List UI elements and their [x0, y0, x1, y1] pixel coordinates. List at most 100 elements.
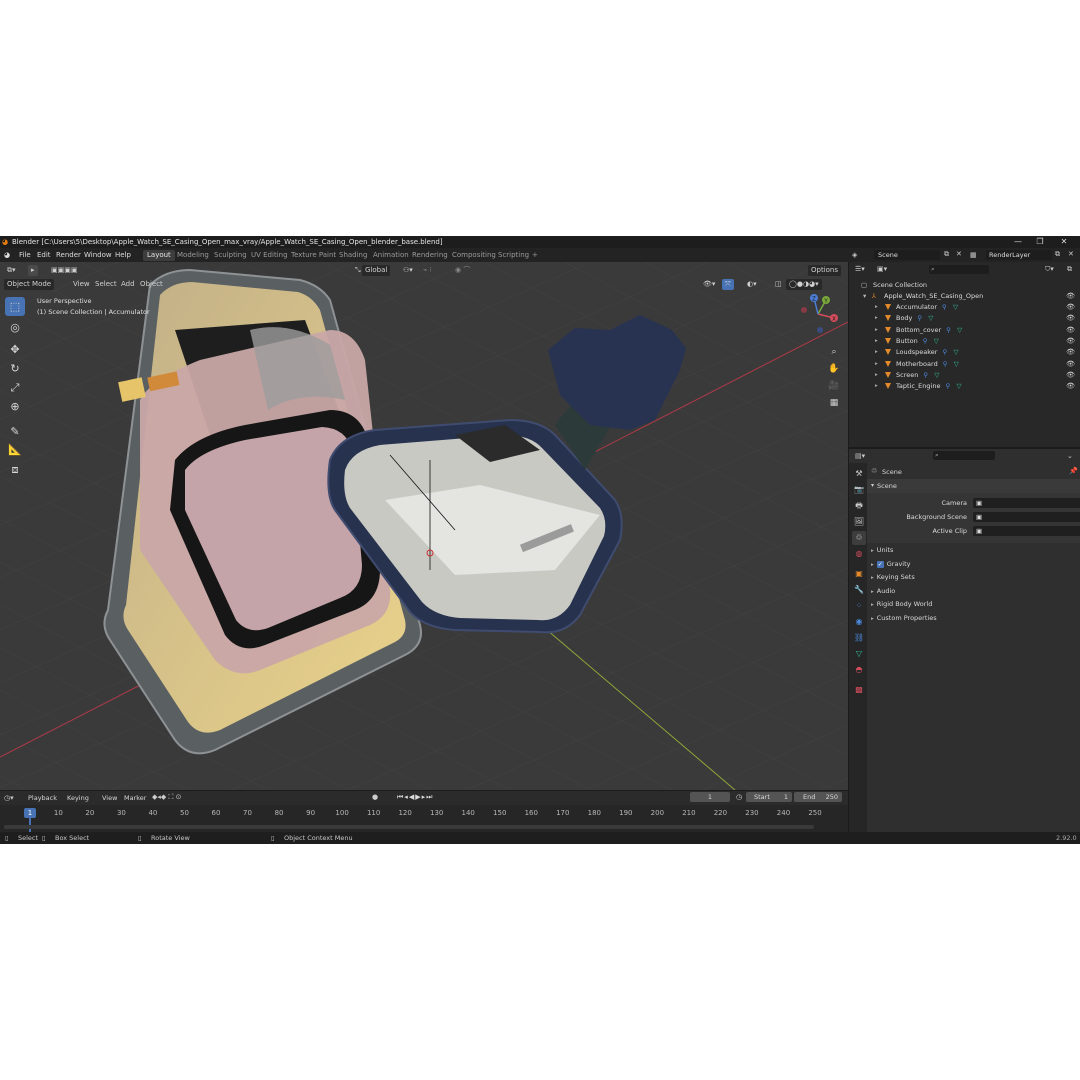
section-rigid-body-world[interactable]: ▸ Rigid Body World [871, 600, 932, 608]
pin-icon[interactable]: 📌 [1069, 467, 1078, 475]
scene-tab-icon[interactable]: ♲ [852, 531, 866, 545]
expand-chevron-icon[interactable]: ▾ [863, 291, 866, 302]
expand-arrow-icon[interactable]: ▸ [875, 302, 878, 313]
3d-viewport[interactable]: ⧉▾ ▸ ▣▣▣▣ ⤡ Global ⚇▾ ⌁ ⁝ ◉ ⌒ Options Ob… [0, 262, 848, 790]
outliner-editor-type-icon[interactable]: ☰▾ [855, 265, 865, 273]
expand-arrow-icon[interactable]: ▸ [875, 359, 878, 370]
view-layer-tab-icon[interactable]: 🖼 [852, 515, 866, 529]
texture-tab-icon[interactable]: ▩ [852, 683, 866, 697]
perspective-toggle-icon[interactable]: ▦ [826, 395, 842, 411]
menu-help[interactable]: Help [115, 251, 131, 259]
timeline-menu-keying[interactable]: Keying [67, 794, 89, 802]
display-mode-icon[interactable]: ▣▾ [877, 265, 887, 273]
particles-tab-icon[interactable]: ⁘ [852, 599, 866, 613]
world-tab-icon[interactable]: ◍ [852, 547, 866, 561]
camera-view-icon[interactable]: 🎥 [826, 378, 842, 394]
gizmo-toggle-icon[interactable]: ⤧ [722, 279, 734, 290]
expand-arrow-icon[interactable]: ▸ [875, 370, 878, 381]
visibility-eye-icon[interactable]: 👁 [1066, 359, 1075, 370]
outliner-item-screen[interactable]: ▸ Screen ⚲ ▽ 👁 [849, 370, 1080, 381]
physics-tab-icon[interactable]: ◉ [852, 615, 866, 629]
annotate-tool-icon[interactable]: ✎ [5, 422, 25, 441]
scene-panel-header[interactable]: ▾ Scene [867, 479, 1080, 493]
outliner-item-loudspeaker[interactable]: ▸ Loudspeaker ⚲ ▽ 👁 [849, 347, 1080, 358]
expand-arrow-icon[interactable]: ▸ [875, 336, 878, 347]
properties-editor-type-icon[interactable]: ▤▾ [855, 452, 865, 460]
preview-range-icon[interactable]: ◷ [736, 793, 742, 801]
outliner-item-accumulator[interactable]: ▸ Accumulator ⚲ ▽ 👁 [849, 302, 1080, 313]
output-tab-icon[interactable]: 🖶 [852, 499, 866, 513]
pivot-icon[interactable]: ⚇▾ [400, 265, 416, 276]
field-input[interactable]: ▣ [973, 498, 1080, 508]
menu-add[interactable]: Add [118, 279, 138, 290]
select-tool-icon[interactable]: ▸ [28, 265, 38, 276]
timeline-menu-view[interactable]: View [102, 794, 117, 802]
snap-icon[interactable]: ⌁ ⁝ [420, 265, 435, 276]
overlay-icon[interactable]: ◐▾ [744, 279, 760, 290]
outliner-item-taptic_engine[interactable]: ▸ Taptic_Engine ⚲ ▽ 👁 [849, 381, 1080, 392]
outliner-item-bottom_cover[interactable]: ▸ Bottom_cover ⚲ ▽ 👁 [849, 325, 1080, 336]
expand-arrow-icon[interactable]: ▸ [875, 347, 878, 358]
delete-scene-icon[interactable]: ✕ [956, 250, 962, 258]
object-mode-dropdown[interactable]: Object Mode [4, 279, 55, 290]
section-custom-properties[interactable]: ▸ Custom Properties [871, 614, 937, 622]
keyframe-icons[interactable]: ◆◂◆ ⛶ ⊙ [152, 793, 182, 802]
outliner-item-body[interactable]: ▸ Body ⚲ ▽ 👁 [849, 313, 1080, 324]
new-renderlayer-icon[interactable]: ⧉ [1055, 250, 1060, 259]
section-gravity[interactable]: ▸ ✓ Gravity [871, 560, 911, 568]
playback-controls-icon[interactable]: ⏮◂◀▶▸⏭ [397, 793, 433, 802]
filter-icon[interactable]: ⛉▾ [1045, 265, 1054, 274]
select-box-tool-icon[interactable]: ⬚ [5, 297, 25, 316]
render-tab-icon[interactable]: 📷 [852, 483, 866, 497]
measure-tool-icon[interactable]: 📐 [5, 440, 25, 459]
outliner-item-motherboard[interactable]: ▸ Motherboard ⚲ ▽ 👁 [849, 359, 1080, 370]
tab-animation[interactable]: Animation [369, 250, 413, 261]
editor-type-icon[interactable]: ⧉▾ [4, 265, 19, 276]
tab-modeling[interactable]: Modeling [173, 250, 213, 261]
add-cube-tool-icon[interactable]: ⧈ [5, 460, 25, 479]
gravity-checkbox[interactable]: ✓ [876, 560, 884, 568]
scene-collection-row[interactable]: ▢ Scene Collection [849, 280, 1080, 291]
scale-tool-icon[interactable]: ⤢ [5, 378, 25, 397]
tab-uv-editing[interactable]: UV Editing [247, 250, 292, 261]
visibility-eye-icon[interactable]: 👁 [1066, 313, 1075, 324]
delete-renderlayer-icon[interactable]: ✕ [1068, 250, 1074, 258]
properties-options-icon[interactable]: ⌄ [1067, 452, 1073, 460]
tool-tab-icon[interactable]: ⚒ [852, 467, 866, 481]
expand-arrow-icon[interactable]: ▸ [875, 325, 878, 336]
menu-select[interactable]: Select [92, 279, 120, 290]
section-keying-sets[interactable]: ▸ Keying Sets [871, 573, 915, 581]
menu-window[interactable]: Window [84, 251, 112, 259]
timeline-scrollbar[interactable] [4, 825, 814, 829]
timeline-editor-type-icon[interactable]: ◷▾ [4, 794, 14, 802]
visibility-icon[interactable]: 👁▾ [700, 279, 718, 290]
object-tab-icon[interactable]: ▣ [852, 567, 866, 581]
close-button[interactable]: ✕ [1054, 237, 1074, 247]
timeline-menu-marker[interactable]: Marker [124, 794, 146, 802]
section-units[interactable]: ▸ Units [871, 546, 893, 554]
section-audio[interactable]: ▸ Audio [871, 587, 895, 595]
shading-modes-icon[interactable]: ◯●◑◕▾ [786, 279, 822, 290]
renderlayer-field[interactable]: RenderLayer [986, 250, 1052, 260]
modifier-tab-icon[interactable]: 🔧 [852, 583, 866, 597]
zoom-icon[interactable]: ⌕ [826, 344, 842, 360]
rotate-tool-icon[interactable]: ↻ [5, 359, 25, 378]
navigation-gizmo[interactable]: X Y Z [798, 292, 842, 336]
menu-edit[interactable]: Edit [37, 251, 51, 259]
move-tool-icon[interactable]: ✥ [5, 340, 25, 359]
visibility-eye-icon[interactable]: 👁 [1066, 325, 1075, 336]
timeline-menu-playback[interactable]: Playback [28, 794, 57, 802]
new-collection-icon[interactable]: ⧉ [1067, 265, 1072, 274]
blender-menu-icon[interactable]: ◕ [4, 251, 10, 259]
scene-field[interactable]: Scene [874, 250, 940, 260]
cursor-tool-icon[interactable]: ◎ [5, 318, 25, 337]
xray-icon[interactable]: ◫ [772, 279, 785, 290]
field-input[interactable]: ▣ [973, 512, 1080, 522]
data-tab-icon[interactable]: ▽ [852, 647, 866, 661]
collection-row[interactable]: ▾ ⅄ Apple_Watch_SE_Casing_Open 👁 [849, 291, 1080, 302]
tab-texture-paint[interactable]: Texture Paint [287, 250, 340, 261]
material-tab-icon[interactable]: ◓ [852, 663, 866, 677]
record-icon[interactable]: ● [372, 793, 378, 801]
menu-view[interactable]: View [70, 279, 93, 290]
new-scene-icon[interactable]: ⧉ [944, 250, 949, 259]
